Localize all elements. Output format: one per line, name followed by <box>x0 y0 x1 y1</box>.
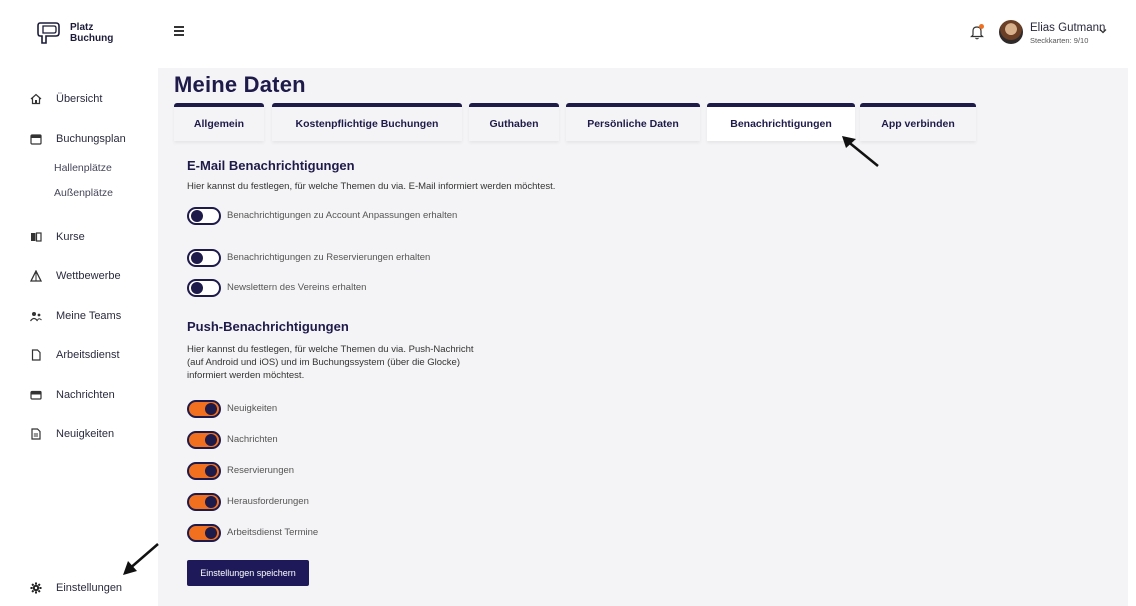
sidebar-item-uebersicht[interactable]: Übersicht <box>30 93 102 105</box>
tab-benachrichtigungen[interactable]: Benachrichtigungen <box>707 103 855 141</box>
brand-line-2: Buchung <box>70 33 114 44</box>
sidebar-item-label: Kurse <box>56 231 85 243</box>
mail-icon <box>30 389 42 401</box>
email-toggle-newsletter[interactable] <box>187 279 221 297</box>
push-section-title: Push-Benachrichtigungen <box>187 319 349 334</box>
gear-icon <box>30 582 42 594</box>
push-toggle-row-nachrichten: Nachrichten <box>187 431 278 449</box>
sidebar-item-label: Buchungsplan <box>56 133 126 145</box>
sidebar-item-label: Arbeitsdienst <box>56 349 120 361</box>
email-toggle-row-reservierungen: Benachrichtigungen zu Reservierungen erh… <box>187 249 430 267</box>
user-name[interactable]: Elias Gutmann <box>1030 22 1105 34</box>
push-toggle-nachrichten[interactable] <box>187 431 221 449</box>
menu-icon[interactable] <box>174 26 184 36</box>
sidebar-item-wettbewerbe[interactable]: Wettbewerbe <box>30 270 121 282</box>
email-toggle-row-newsletter: Newslettern des Vereins erhalten <box>187 279 366 297</box>
home-icon <box>30 93 42 105</box>
sidebar-item-meine-teams[interactable]: Meine Teams <box>30 310 121 322</box>
push-toggle-row-herausforderungen: Herausforderungen <box>187 493 309 511</box>
save-settings-button[interactable]: Einstellungen speichern <box>187 560 309 586</box>
chevron-down-icon[interactable] <box>1098 26 1108 36</box>
bell-icon[interactable] <box>970 24 984 40</box>
annotation-arrow-settings <box>123 543 159 575</box>
email-section-title: E-Mail Benachrichtigungen <box>187 158 355 173</box>
sidebar-item-label: Nachrichten <box>56 389 115 401</box>
toggle-label: Benachrichtigungen zu Account Anpassunge… <box>227 210 458 221</box>
logo[interactable]: Platz Buchung <box>36 20 113 46</box>
toggle-label: Neuigkeiten <box>227 403 278 414</box>
sidebar-item-kurse[interactable]: Kurse <box>30 231 85 243</box>
push-toggle-row-arbeitsdienst: Arbeitsdienst Termine <box>187 524 318 542</box>
topbar: Elias Gutmann Steckkarten: 9/10 <box>158 0 1136 68</box>
email-section-description: Hier kannst du festlegen, für welche The… <box>187 181 556 192</box>
brand-name: Platz Buchung <box>70 22 113 44</box>
sidebar-item-label: Meine Teams <box>56 310 122 322</box>
sidebar-subitem-aussenplaetze[interactable]: Außenplätze <box>54 187 113 199</box>
sidebar-item-nachrichten[interactable]: Nachrichten <box>30 389 115 401</box>
avatar[interactable] <box>999 20 1023 44</box>
news-icon <box>30 428 42 440</box>
sidebar-item-label: Neuigkeiten <box>56 428 115 440</box>
sidebar-item-einstellungen[interactable]: Einstellungen <box>30 582 122 594</box>
tab-guthaben[interactable]: Guthaben <box>469 103 559 141</box>
push-toggle-herausforderungen[interactable] <box>187 493 221 511</box>
document-icon <box>30 349 42 361</box>
brand-line-1: Platz <box>70 22 94 33</box>
email-toggle-row-account: Benachrichtigungen zu Account Anpassunge… <box>187 207 467 225</box>
push-toggle-arbeitsdienst[interactable] <box>187 524 221 542</box>
push-toggle-neuigkeiten[interactable] <box>187 400 221 418</box>
annotation-arrow-tab <box>842 136 879 167</box>
user-subtitle: Steckkarten: 9/10 <box>1030 36 1089 45</box>
tab-kostenpflichtige-buchungen[interactable]: Kostenpflichtige Buchungen <box>272 103 462 141</box>
toggle-label: Benachrichtigungen zu Reservierungen erh… <box>227 252 431 263</box>
sidebar-item-label: Wettbewerbe <box>56 270 121 282</box>
toggle-label: Herausforderungen <box>227 496 309 507</box>
calendar-icon <box>30 133 42 145</box>
sidebar-subitem-hallenplaetze[interactable]: Hallenplätze <box>54 162 112 174</box>
notification-dot <box>979 24 984 29</box>
toggle-label: Reservierungen <box>227 465 295 476</box>
push-toggle-row-neuigkeiten: Neuigkeiten <box>187 400 277 418</box>
email-toggle-reservierungen[interactable] <box>187 249 221 267</box>
sidebar-item-neuigkeiten[interactable]: Neuigkeiten <box>30 428 114 440</box>
tab-persoenliche-daten[interactable]: Persönliche Daten <box>566 103 700 141</box>
tab-allgemein[interactable]: Allgemein <box>174 103 264 141</box>
sidebar-item-buchungsplan[interactable]: Buchungsplan <box>30 133 126 145</box>
toggle-label: Nachrichten <box>227 434 278 445</box>
page-title: Meine Daten <box>174 72 306 97</box>
push-section-description: Hier kannst du festlegen, für welche The… <box>187 344 474 381</box>
toggle-label: Arbeitsdienst Termine <box>227 527 319 538</box>
logo-icon <box>37 22 60 44</box>
sidebar-item-label: Übersicht <box>56 93 103 105</box>
trophy-icon <box>30 270 42 282</box>
push-toggle-reservierungen[interactable] <box>187 462 221 480</box>
sidebar-item-label: Einstellungen <box>56 582 123 594</box>
book-icon <box>30 231 42 243</box>
main-content: Meine Daten Allgemein Kostenpflichtige B… <box>158 68 1128 606</box>
team-icon <box>30 310 42 322</box>
email-toggle-account[interactable] <box>187 207 221 225</box>
push-toggle-row-reservierungen: Reservierungen <box>187 462 294 480</box>
toggle-label: Newslettern des Vereins erhalten <box>227 282 367 293</box>
sidebar: Platz Buchung Übersicht Buchungsplan Hal… <box>0 0 158 606</box>
sidebar-item-arbeitsdienst[interactable]: Arbeitsdienst <box>30 349 120 361</box>
